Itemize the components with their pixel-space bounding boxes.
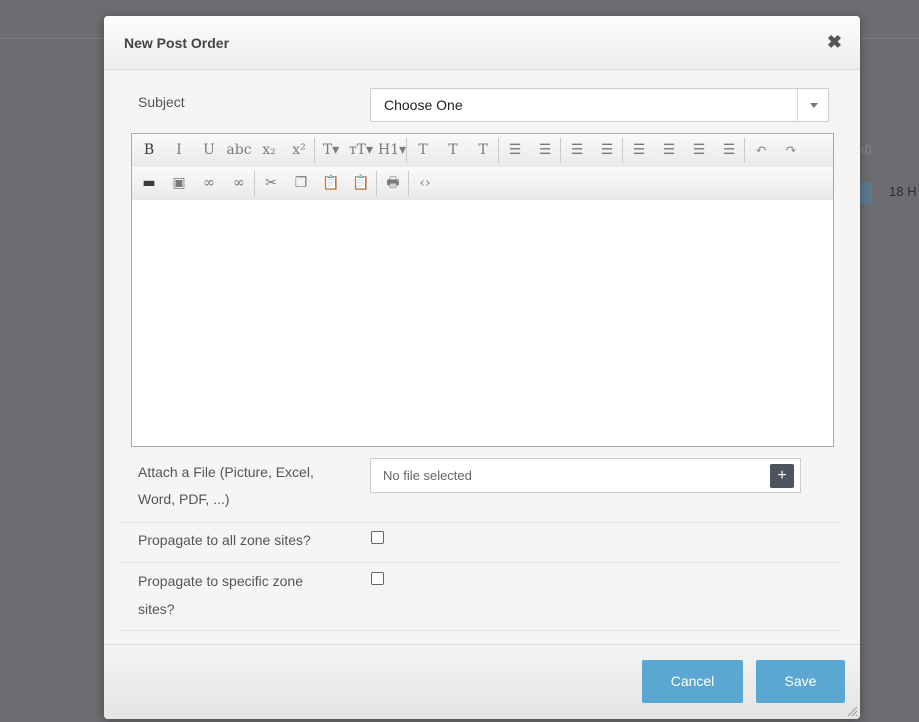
row-divider <box>120 522 840 523</box>
propagate-all-checkbox[interactable] <box>371 531 384 544</box>
superscript-icon[interactable]: x² <box>286 139 312 161</box>
subject-select[interactable]: Choose One <box>370 88 829 122</box>
chevron-down-icon[interactable] <box>810 103 818 108</box>
propagate-specific-label-line1: Propagate to specific zone <box>138 573 303 589</box>
align-left-icon[interactable]: ☰ <box>626 139 652 161</box>
align-right-icon[interactable]: ☰ <box>686 139 712 161</box>
highlight-icon[interactable]: T <box>440 139 466 161</box>
toolbar-separator <box>744 138 745 163</box>
file-input[interactable]: No file selected + <box>370 458 801 493</box>
background-header-fragment: d) <box>861 142 872 156</box>
save-button[interactable]: Save <box>756 660 845 703</box>
propagate-specific-checkbox[interactable] <box>371 572 384 585</box>
row-divider <box>120 562 840 563</box>
subscript-icon[interactable]: x₂ <box>256 139 282 161</box>
attach-file-label-line1: Attach a File (Picture, Excel, <box>138 464 314 480</box>
unlink-icon[interactable]: ∞ <box>226 172 252 194</box>
close-icon[interactable]: ✖ <box>827 33 842 51</box>
editor-toolbar-row-1: B I Uabc x₂ x² T▾ тT▾ H1▾ T T T ☰ ☰ ☰ ☰ ☰ ☰ ☰ ☰ ↶ ↷ <box>132 134 833 168</box>
image-icon[interactable]: ▣ <box>166 172 192 194</box>
resize-handle-icon[interactable] <box>846 705 858 717</box>
toolbar-separator <box>314 138 315 163</box>
toolbar-separator <box>254 171 255 196</box>
cut-icon[interactable]: ✂ <box>258 172 284 194</box>
modal-title: New Post Order <box>124 35 230 51</box>
modal-header: New Post Order ✖ <box>104 16 860 70</box>
clear-format-icon[interactable]: T <box>470 139 496 161</box>
subject-label: Subject <box>138 94 185 110</box>
underline-icon[interactable]: U <box>196 139 222 161</box>
modal-footer: Cancel Save <box>104 645 860 719</box>
font-size-icon[interactable]: тT▾ <box>348 139 374 161</box>
heading-icon[interactable]: H1▾ <box>378 139 406 161</box>
toolbar-separator <box>376 171 377 196</box>
strikethrough-icon[interactable]: abc <box>226 139 252 161</box>
source-code-icon[interactable]: ‹› <box>412 172 438 194</box>
propagate-all-label: Propagate to all zone sites? <box>138 532 311 548</box>
toolbar-separator <box>408 171 409 196</box>
numbered-list-icon[interactable]: ☰ <box>532 139 558 161</box>
justify-icon[interactable]: ☰ <box>716 139 742 161</box>
print-icon[interactable]: 🖶 <box>380 172 406 194</box>
text-color-icon[interactable]: T <box>410 139 436 161</box>
indent-icon[interactable]: ☰ <box>594 139 620 161</box>
copy-icon[interactable]: ❐ <box>288 172 314 194</box>
toolbar-separator <box>622 138 623 163</box>
align-center-icon[interactable]: ☰ <box>656 139 682 161</box>
rich-text-editor: B I Uabc x₂ x² T▾ тT▾ H1▾ T T T ☰ ☰ ☰ ☰ ☰ ☰ ☰ ☰ ↶ ↷ ▬ ▣ ∞ ∞ ✂ ❐ 📋 📋… <box>131 133 834 447</box>
horizontal-rule-icon[interactable]: ▬ <box>136 172 162 194</box>
toolbar-separator <box>498 138 499 163</box>
cancel-button[interactable]: Cancel <box>642 660 743 703</box>
italic-icon[interactable]: I <box>166 139 192 161</box>
editor-content-area[interactable] <box>132 200 833 446</box>
add-file-button[interactable]: + <box>770 464 794 488</box>
background-status-chip <box>858 182 872 204</box>
undo-icon[interactable]: ↶ <box>748 139 774 161</box>
subject-select-value: Choose One <box>384 97 463 113</box>
bullet-list-icon[interactable]: ☰ <box>502 139 528 161</box>
background-cell-fragment: 18 H <box>889 184 917 199</box>
new-post-order-modal: New Post Order ✖ Subject Choose One BIUa… <box>104 16 860 719</box>
toolbar-separator <box>560 138 561 163</box>
propagate-specific-label-line2: sites? <box>138 601 175 617</box>
row-divider <box>120 630 840 631</box>
file-input-value: No file selected <box>383 468 472 483</box>
paste-icon[interactable]: 📋 <box>318 172 344 194</box>
outdent-icon[interactable]: ☰ <box>564 139 590 161</box>
paste-text-icon[interactable]: 📋 <box>348 172 374 194</box>
select-divider <box>797 89 798 121</box>
font-icon[interactable]: T▾ <box>318 139 344 161</box>
link-icon[interactable]: ∞ <box>196 172 222 194</box>
bold-icon[interactable]: B <box>136 139 162 161</box>
redo-icon[interactable]: ↷ <box>778 139 804 161</box>
editor-toolbar-row-2: ▬ ▣ ∞ ∞ ✂ ❐ 📋 📋 🖶 ‹› <box>132 167 833 201</box>
toolbar-separator <box>406 138 407 163</box>
attach-file-label-line2: Word, PDF, ...) <box>138 491 230 507</box>
